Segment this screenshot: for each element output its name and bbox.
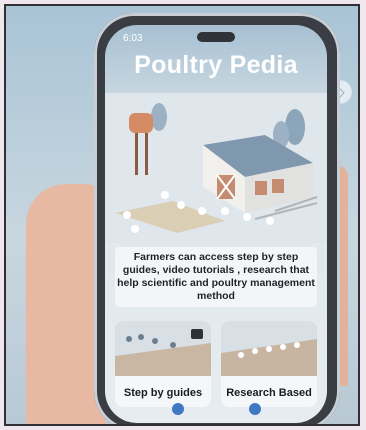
intro-text: Farmers can access step by step guides, … bbox=[117, 250, 315, 303]
intro-text-card: Farmers can access step by step guides, … bbox=[115, 247, 317, 307]
poultry-farm-illustration bbox=[105, 93, 327, 243]
guides-image bbox=[115, 321, 211, 376]
step-by-guides-label: Step by guides bbox=[123, 387, 203, 399]
research-based-label: Research Based bbox=[226, 387, 312, 399]
research-based-card[interactable]: Research Based bbox=[221, 321, 317, 407]
app-title: Poultry Pedia bbox=[134, 51, 298, 79]
status-time: 6:03 bbox=[123, 33, 143, 44]
step-by-guides-card[interactable]: Step by guides bbox=[115, 321, 211, 407]
phone-screen: 6:03 Poultry Pedia Farmers can access st… bbox=[105, 25, 327, 423]
notch bbox=[197, 32, 235, 42]
pin-icon[interactable] bbox=[249, 403, 261, 415]
research-image bbox=[221, 321, 317, 376]
pin-icon[interactable] bbox=[172, 403, 184, 415]
screenshot-frame: ◇ 6:03 Poultry Pedia bbox=[4, 4, 360, 426]
